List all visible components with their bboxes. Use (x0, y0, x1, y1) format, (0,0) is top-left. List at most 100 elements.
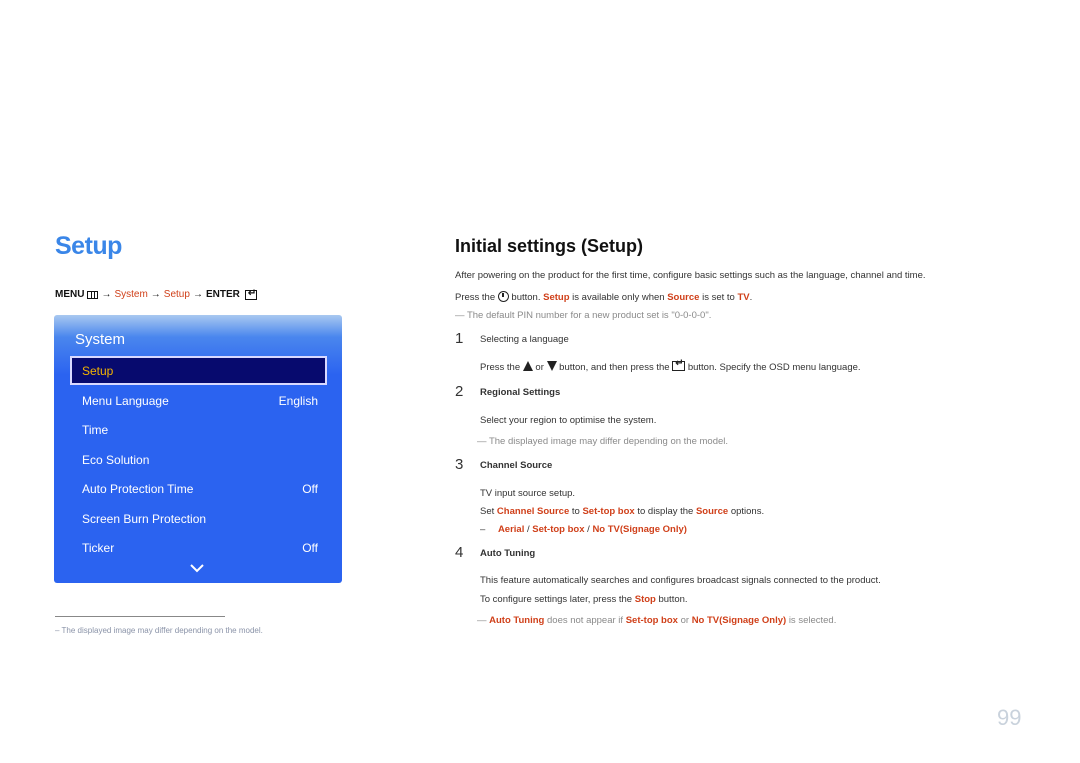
footnote-divider (55, 616, 225, 617)
osd-menu-title: System (75, 331, 126, 348)
power-icon (497, 291, 509, 302)
step-number: 3 (455, 456, 464, 473)
breadcrumb: MENU → System → Setup → ENTER (55, 288, 257, 300)
osd-item-auto-protection-time[interactable]: Auto Protection Time Off (82, 482, 318, 496)
step-body: Press the or button, and then press the … (480, 358, 861, 373)
keyword-set-top-box: Set-top box (582, 506, 635, 517)
step-options: – Aerial / Set-top box / No TV(Signage O… (480, 524, 687, 535)
osd-item-time[interactable]: Time (82, 423, 318, 437)
osd-item-value: Off (302, 541, 318, 555)
press-power-text: Press the button. Setup is available onl… (455, 291, 752, 303)
keyword-auto-tuning: Auto Tuning (489, 615, 545, 626)
chevron-down-icon[interactable] (190, 561, 204, 575)
keyword-channel-source: Channel Source (496, 506, 570, 517)
keyword-set-top-box: Set-top box (625, 615, 678, 626)
separator: / (587, 524, 590, 535)
note-text: or (680, 615, 690, 626)
osd-item-screen-burn-protection[interactable]: Screen Burn Protection (82, 512, 318, 526)
step-title: Selecting a language (480, 334, 569, 345)
enter-icon (244, 288, 257, 300)
footnote-text: The displayed image may differ depending… (61, 626, 263, 635)
osd-item-label: Ticker (82, 541, 115, 555)
step-title: Regional Settings (480, 387, 561, 398)
note-dash: ― (455, 310, 465, 321)
osd-item-ticker[interactable]: Ticker Off (82, 541, 318, 555)
text: options. (730, 506, 765, 517)
osd-item-label: Menu Language (82, 394, 169, 408)
note-text: does not appear if (547, 615, 624, 626)
osd-item-label: Eco Solution (82, 453, 150, 467)
breadcrumb-setup: Setup (163, 289, 190, 300)
osd-item-setup-selected[interactable]: Setup (70, 356, 327, 385)
text: to display the (637, 506, 694, 517)
footnote-dash: – (55, 626, 60, 635)
list-dash: – (480, 524, 486, 535)
text: is set to (702, 292, 735, 303)
note-text: The default PIN number for a new product… (466, 310, 712, 321)
separator: / (526, 524, 530, 535)
option-no-tv: No TV(Signage Only) (592, 524, 687, 535)
intro-text: After powering on the product for the fi… (455, 270, 926, 281)
down-arrow-icon (546, 361, 557, 371)
osd-menu-panel: System Setup Menu Language English Time … (54, 315, 342, 583)
menu-icon (87, 290, 99, 299)
step-number: 1 (455, 330, 464, 347)
osd-item-menu-language[interactable]: Menu Language English (82, 394, 318, 408)
breadcrumb-menu: MENU (55, 289, 85, 300)
note-dash: ― (477, 436, 487, 447)
keyword-source: Source (667, 292, 700, 303)
pin-note: ― The default PIN number for a new produ… (455, 310, 711, 321)
text: To configure settings later, press the (480, 594, 633, 605)
osd-item-eco-solution[interactable]: Eco Solution (82, 453, 318, 467)
note-text: The displayed image may differ depending… (488, 436, 729, 447)
step-number: 4 (455, 544, 464, 561)
text: . (749, 292, 753, 303)
keyword-no-tv: No TV(Signage Only) (691, 615, 787, 626)
osd-item-label: Setup (82, 364, 114, 378)
text: button. Specify the OSD menu language. (687, 362, 861, 373)
arrow-icon: → (101, 289, 112, 300)
osd-item-label: Time (82, 423, 109, 437)
text: button. (658, 594, 688, 605)
text: Press the (480, 362, 521, 373)
step-body: Select your region to optimise the syste… (480, 415, 657, 426)
footnote: – The displayed image may differ dependi… (55, 626, 263, 635)
text: button. (511, 292, 541, 303)
osd-item-label: Screen Burn Protection (82, 512, 207, 526)
step-stop-text: To configure settings later, press the S… (480, 594, 688, 605)
note-text: is selected. (788, 615, 837, 626)
option-aerial: Aerial (497, 524, 525, 535)
step-body: TV input source setup. (480, 488, 576, 499)
osd-item-value: English (278, 394, 318, 408)
keyword-source: Source (695, 506, 729, 517)
step-title: Auto Tuning (480, 548, 536, 559)
text: button, and then press the (559, 362, 670, 373)
keyword-stop: Stop (634, 594, 656, 605)
step-title: Channel Source (480, 460, 553, 471)
keyword-setup: Setup (543, 292, 570, 303)
breadcrumb-enter: ENTER (205, 289, 240, 300)
arrow-icon: → (150, 289, 161, 300)
text: is available only when (572, 292, 665, 303)
text: Press the (455, 292, 496, 303)
keyword-tv: TV (737, 292, 750, 303)
page-number: 99 (997, 705, 1022, 730)
osd-item-value: Off (302, 482, 318, 496)
step-body: This feature automatically searches and … (480, 575, 881, 586)
arrow-icon: → (192, 289, 203, 300)
step-note: ― The displayed image may differ dependi… (477, 436, 728, 447)
step-number: 2 (455, 383, 464, 400)
up-arrow-icon (522, 361, 533, 371)
note-dash: ― (477, 615, 487, 626)
text: or (535, 362, 544, 373)
page-heading: Initial settings (Setup) (455, 236, 644, 256)
osd-item-label: Auto Protection Time (82, 482, 194, 496)
enter-icon (672, 358, 686, 371)
section-title: Setup (55, 232, 122, 260)
option-set-top-box: Set-top box (532, 524, 585, 535)
breadcrumb-system: System (114, 289, 148, 300)
text: to (571, 506, 580, 517)
step-note: ― Auto Tuning does not appear if Set-top… (477, 615, 836, 626)
step-set-text: Set Channel Source to Set-top box to dis… (480, 506, 764, 517)
text: Set (480, 506, 495, 517)
